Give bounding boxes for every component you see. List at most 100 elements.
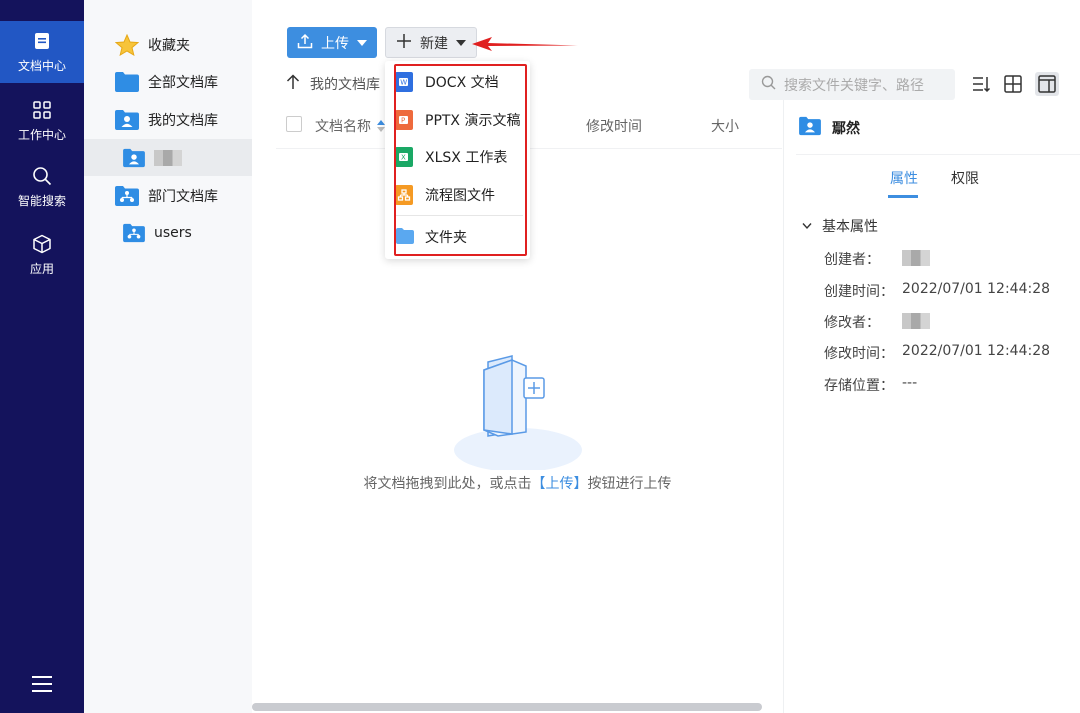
menu-item-label: PPTX 演示文稿 [425, 113, 521, 129]
menu-item-xlsx[interactable]: X XLSX 工作表 [395, 139, 525, 175]
tab-permissions[interactable]: 权限 [951, 168, 979, 188]
tree-item-all-libraries[interactable]: 全部文档库 [84, 63, 252, 100]
nav-item-smart-search[interactable]: 智能搜索 [0, 164, 84, 226]
menu-item-label: DOCX 文档 [425, 75, 499, 91]
tree-item-department-library[interactable]: 部门文档库 [84, 177, 252, 214]
new-label: 新建 [420, 35, 448, 52]
field-label: 修改者： [824, 315, 880, 331]
nav-item-work-center[interactable]: 工作中心 [0, 98, 84, 160]
arrow-up-icon[interactable] [286, 74, 300, 94]
search-icon [761, 75, 776, 94]
annotation-arrow-icon [472, 37, 578, 51]
active-tab-indicator [888, 195, 918, 198]
field-label: 创建时间： [824, 284, 894, 300]
field-label: 修改时间： [824, 346, 894, 362]
detail-panel: 鄢然 属性 权限 基本属性 创建者： 创建时间： 2022/07/01 12:4… [783, 100, 1080, 713]
grid-icon [33, 98, 51, 122]
field-modified-time: 修改时间： 2022/07/01 12:44:28 [824, 343, 1050, 363]
section-title: 基本属性 [822, 219, 878, 235]
tree-item-my-library[interactable]: 我的文档库 [84, 101, 252, 138]
xlsx-icon: X [395, 147, 413, 167]
field-modifier: 修改者： [824, 312, 930, 332]
chevron-down-icon [357, 39, 367, 46]
flowchart-icon [395, 185, 413, 205]
field-label: 存储位置： [824, 378, 894, 394]
new-button[interactable]: 新建 [385, 27, 477, 58]
menu-item-label: 文件夹 [425, 230, 467, 246]
org-folder-icon [122, 222, 146, 244]
detail-panel-icon[interactable] [1035, 72, 1059, 96]
select-all-checkbox[interactable] [286, 116, 302, 132]
menu-item-docx[interactable]: W DOCX 文档 [395, 64, 525, 100]
nav-item-label: 文档中心 [17, 59, 66, 73]
nav-item-apps[interactable]: 应用 [0, 232, 84, 294]
column-name[interactable]: 文档名称 [315, 116, 385, 136]
redacted-value [902, 313, 930, 329]
tab-attributes[interactable]: 属性 [890, 168, 918, 188]
detail-title: 鄢然 [798, 116, 860, 140]
field-label: 创建者： [824, 252, 880, 268]
upload-link[interactable]: 【上传】 [532, 476, 588, 492]
cube-icon [32, 232, 52, 256]
new-dropdown-menu: W DOCX 文档 P PPTX 演示文稿 X XLSX 工作表 流程图文件 文… [385, 61, 530, 259]
tree-item-label: 我的文档库 [148, 112, 218, 129]
tree-item-label: 全部文档库 [148, 74, 218, 91]
sort-icon [377, 120, 385, 132]
empty-hint: 将文档拖拽到此处，或点击【上传】按钮进行上传 [252, 473, 783, 493]
empty-hint-text: 将文档拖拽到此处，或点击 [363, 476, 532, 492]
menu-item-label: 流程图文件 [425, 188, 495, 204]
folder-icon [114, 71, 140, 93]
column-modified[interactable]: 修改时间 [586, 116, 642, 136]
docx-icon: W [395, 72, 413, 92]
menu-icon[interactable] [32, 676, 52, 697]
menu-item-folder[interactable]: 文件夹 [395, 219, 525, 255]
field-storage-location: 存储位置： --- [824, 375, 917, 395]
tree-item-label: 部门文档库 [148, 188, 218, 205]
tree-item-favorites[interactable]: 收藏夹 [84, 26, 252, 63]
nav-item-document-center[interactable]: 文档中心 [0, 21, 84, 83]
field-creator: 创建者： [824, 249, 930, 269]
tree-item-users[interactable]: users [84, 214, 252, 251]
column-size[interactable]: 大小 [711, 116, 739, 136]
user-folder-icon [798, 116, 822, 140]
library-tree: 收藏夹 全部文档库 我的文档库 部门文档库 users [84, 0, 252, 713]
upload-button[interactable]: 上传 [287, 27, 377, 58]
menu-item-flowchart[interactable]: 流程图文件 [395, 177, 525, 213]
svg-text:W: W [400, 79, 407, 87]
plus-icon [396, 33, 412, 53]
field-created-time: 创建时间： 2022/07/01 12:44:28 [824, 281, 1050, 301]
nav-item-label: 应用 [29, 262, 54, 276]
field-value: 2022/07/01 12:44:28 [902, 343, 1051, 359]
tree-item-personal[interactable] [84, 139, 252, 176]
chevron-down-icon [802, 223, 812, 230]
column-name-label: 文档名称 [315, 119, 371, 135]
document-icon [34, 29, 50, 53]
grid-view-icon[interactable] [1001, 72, 1025, 96]
svg-text:X: X [401, 154, 406, 162]
folder-icon [395, 227, 414, 247]
horizontal-scrollbar[interactable] [252, 703, 762, 711]
redacted-name [154, 149, 182, 166]
empty-hint-text: 按钮进行上传 [587, 476, 672, 492]
redacted-value [902, 250, 930, 266]
upload-icon [297, 33, 313, 53]
pptx-icon: P [395, 110, 413, 130]
tree-item-label: users [154, 224, 192, 241]
search-input[interactable]: 搜索文件关键字、路径 [749, 69, 955, 100]
menu-item-pptx[interactable]: P PPTX 演示文稿 [395, 102, 525, 138]
empty-folder-illustration [448, 350, 588, 472]
nav-item-label: 智能搜索 [17, 194, 66, 208]
tree-item-label: 收藏夹 [148, 37, 190, 54]
left-nav: 文档中心 工作中心 智能搜索 应用 [0, 0, 84, 713]
user-folder-icon [122, 147, 146, 169]
user-folder-icon [114, 109, 140, 131]
section-basic-attributes[interactable]: 基本属性 [802, 216, 878, 236]
sort-list-icon[interactable] [969, 72, 993, 96]
nav-item-label: 工作中心 [17, 128, 66, 142]
search-placeholder: 搜索文件关键字、路径 [784, 77, 924, 94]
menu-item-label: XLSX 工作表 [425, 150, 508, 166]
search-icon [32, 164, 52, 188]
upload-label: 上传 [321, 35, 349, 52]
detail-title-text: 鄢然 [832, 121, 860, 137]
breadcrumb-item[interactable]: 我的文档库 [310, 74, 380, 94]
